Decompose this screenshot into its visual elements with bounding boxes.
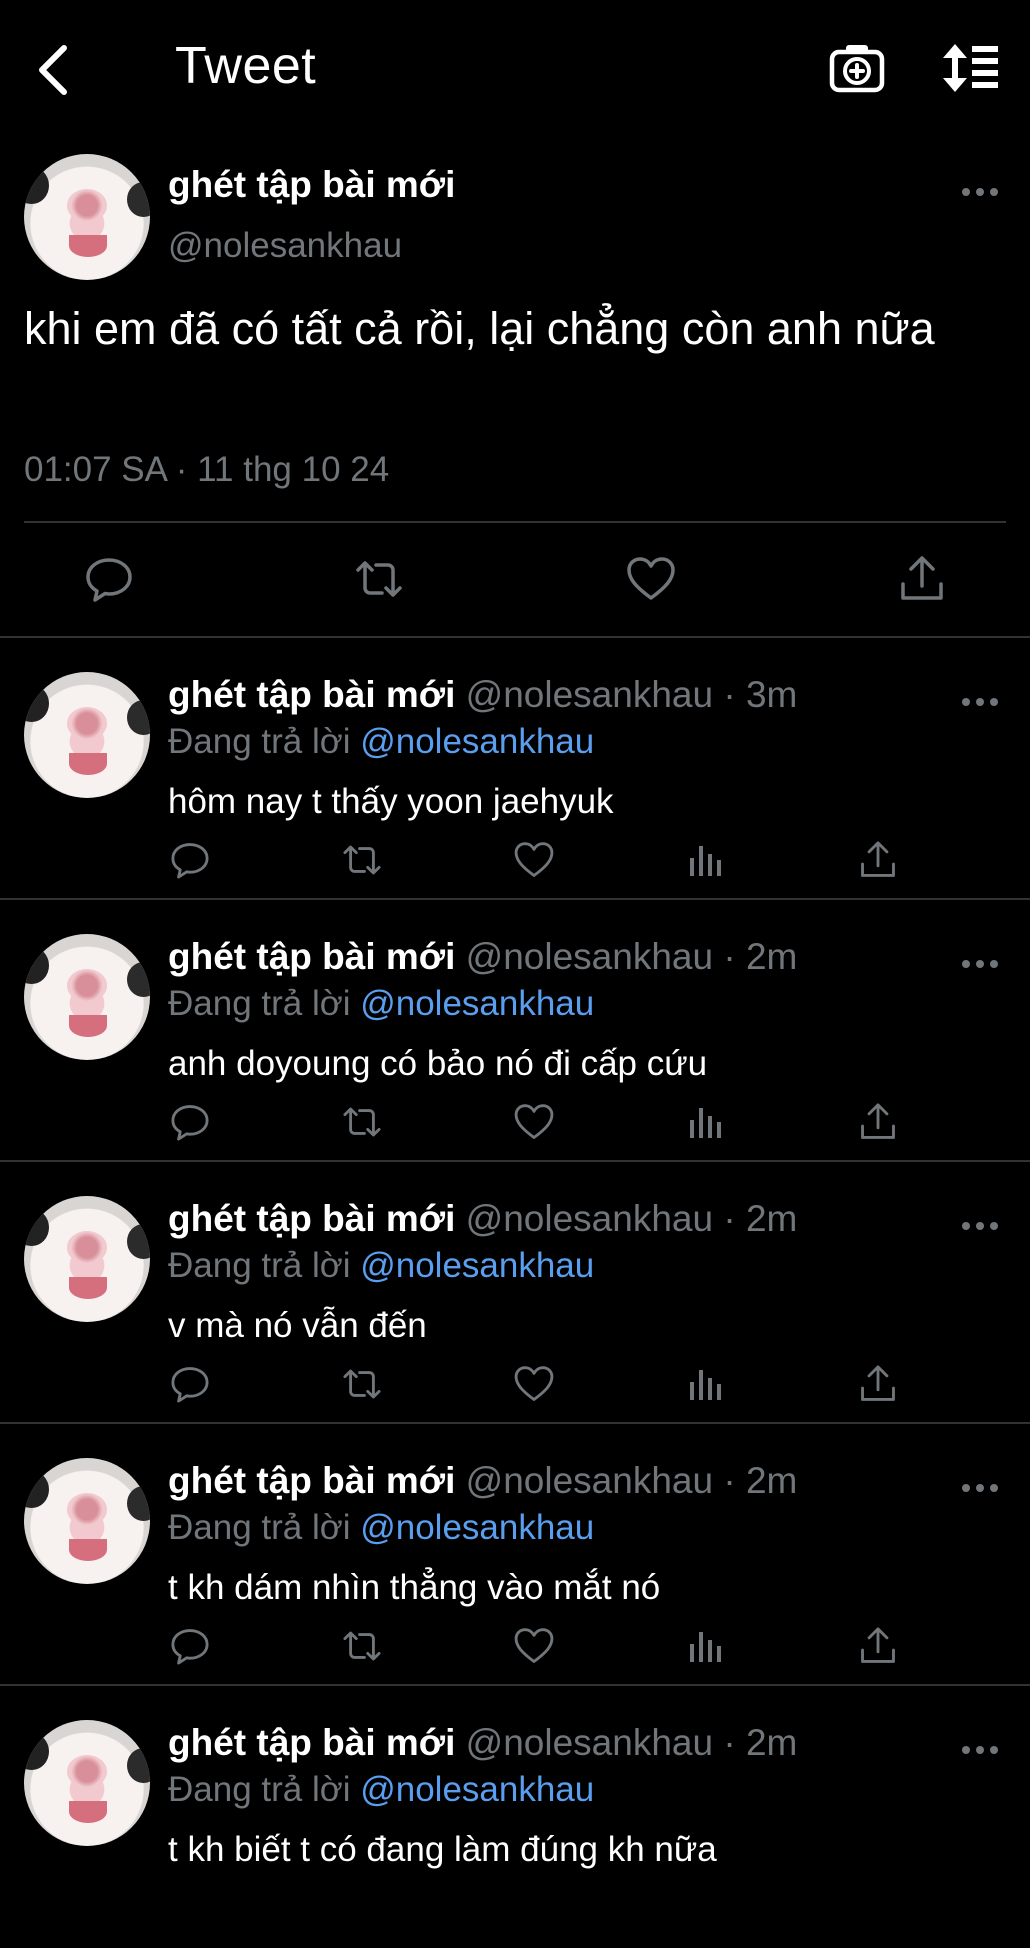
retweet-icon[interactable] (340, 1100, 384, 1144)
reply-icon[interactable] (168, 1100, 212, 1144)
tweet-text: v mà nó vẫn đến (168, 1306, 427, 1345)
reply-icon[interactable] (168, 1362, 212, 1406)
top-bar: Tweet (0, 0, 1030, 135)
reply-tweet[interactable]: ghét tập bài mới @nolesankhau · 2m Đang … (0, 1686, 1030, 1948)
retweet-icon[interactable] (340, 838, 384, 882)
divider (24, 521, 1006, 523)
reply-icon[interactable] (82, 552, 136, 606)
author-name[interactable]: ghét tập bài mới (168, 936, 455, 977)
page-title: Tweet (175, 37, 317, 95)
author-name[interactable]: ghét tập bài mới (168, 1460, 455, 1501)
reply-tweet[interactable]: ghét tập bài mới @nolesankhau · 2m Đang … (0, 1424, 1030, 1686)
views-icon[interactable] (684, 1624, 728, 1668)
author-meta: @nolesankhau · 2m (465, 1460, 798, 1501)
more-options-icon[interactable] (960, 180, 1000, 204)
reply-icon[interactable] (168, 838, 212, 882)
author-name[interactable]: ghét tập bài mới (168, 674, 455, 715)
author-meta: @nolesankhau · 2m (465, 1198, 798, 1239)
author-name[interactable]: ghét tập bài mới (168, 1198, 455, 1239)
tweet-text: khi em đã có tất cả rồi, lại chẳng còn a… (24, 303, 935, 354)
author-meta: @nolesankhau · 2m (465, 936, 798, 977)
like-icon[interactable] (512, 1100, 556, 1144)
more-options-icon[interactable] (960, 690, 1000, 714)
views-icon[interactable] (684, 838, 728, 882)
tweet-text: t kh dám nhìn thẳng vào mắt nó (168, 1568, 661, 1607)
author-name[interactable]: ghét tập bài mới (168, 1722, 455, 1763)
replying-to-label: Đang trả lời (168, 1770, 351, 1809)
avatar[interactable] (24, 154, 150, 280)
mention-link[interactable]: @nolesankhau (360, 1246, 594, 1285)
retweet-icon[interactable] (340, 1624, 384, 1668)
reply-tweet[interactable]: ghét tập bài mới @nolesankhau · 3m Đang … (0, 638, 1030, 900)
chevron-left-icon[interactable] (30, 40, 80, 100)
like-icon[interactable] (624, 552, 678, 606)
reply-tweet[interactable]: ghét tập bài mới @nolesankhau · 2m Đang … (0, 1162, 1030, 1424)
more-options-icon[interactable] (960, 1738, 1000, 1762)
sort-list-icon[interactable] (940, 40, 1002, 96)
avatar[interactable] (24, 1720, 150, 1846)
share-icon[interactable] (856, 838, 900, 882)
tweet-text: anh doyoung có bảo nó đi cấp cứu (168, 1044, 708, 1083)
more-options-icon[interactable] (960, 1476, 1000, 1500)
retweet-icon[interactable] (340, 1362, 384, 1406)
replying-to-label: Đang trả lời (168, 722, 351, 761)
retweet-icon[interactable] (352, 552, 406, 606)
like-icon[interactable] (512, 838, 556, 882)
camera-plus-icon[interactable] (826, 36, 888, 98)
avatar[interactable] (24, 1196, 150, 1322)
like-icon[interactable] (512, 1624, 556, 1668)
mention-link[interactable]: @nolesankhau (360, 1508, 594, 1547)
replying-to-label: Đang trả lời (168, 1246, 351, 1285)
tweet-timestamp: 01:07 SA · 11 thg 10 24 (24, 450, 390, 489)
mention-link[interactable]: @nolesankhau (360, 722, 594, 761)
share-icon[interactable] (856, 1100, 900, 1144)
replying-to-label: Đang trả lời (168, 1508, 351, 1547)
mention-link[interactable]: @nolesankhau (360, 1770, 594, 1809)
more-options-icon[interactable] (960, 1214, 1000, 1238)
avatar[interactable] (24, 1458, 150, 1584)
author-handle[interactable]: @nolesankhau (168, 226, 402, 266)
avatar[interactable] (24, 672, 150, 798)
share-icon[interactable] (856, 1362, 900, 1406)
author-meta: @nolesankhau · 3m (465, 674, 798, 715)
replying-to-label: Đang trả lời (168, 984, 351, 1023)
more-options-icon[interactable] (960, 952, 1000, 976)
reply-icon[interactable] (168, 1624, 212, 1668)
share-icon[interactable] (856, 1624, 900, 1668)
like-icon[interactable] (512, 1362, 556, 1406)
author-name[interactable]: ghét tập bài mới (168, 164, 455, 206)
share-icon[interactable] (895, 552, 949, 606)
author-meta: @nolesankhau · 2m (465, 1722, 798, 1763)
reply-tweet[interactable]: ghét tập bài mới @nolesankhau · 2m Đang … (0, 900, 1030, 1162)
mention-link[interactable]: @nolesankhau (360, 984, 594, 1023)
tweet-text: t kh biết t có đang làm đúng kh nữa (168, 1830, 717, 1869)
avatar[interactable] (24, 934, 150, 1060)
tweet-text: hôm nay t thấy yoon jaehyuk (168, 782, 614, 821)
views-icon[interactable] (684, 1362, 728, 1406)
views-icon[interactable] (684, 1100, 728, 1144)
